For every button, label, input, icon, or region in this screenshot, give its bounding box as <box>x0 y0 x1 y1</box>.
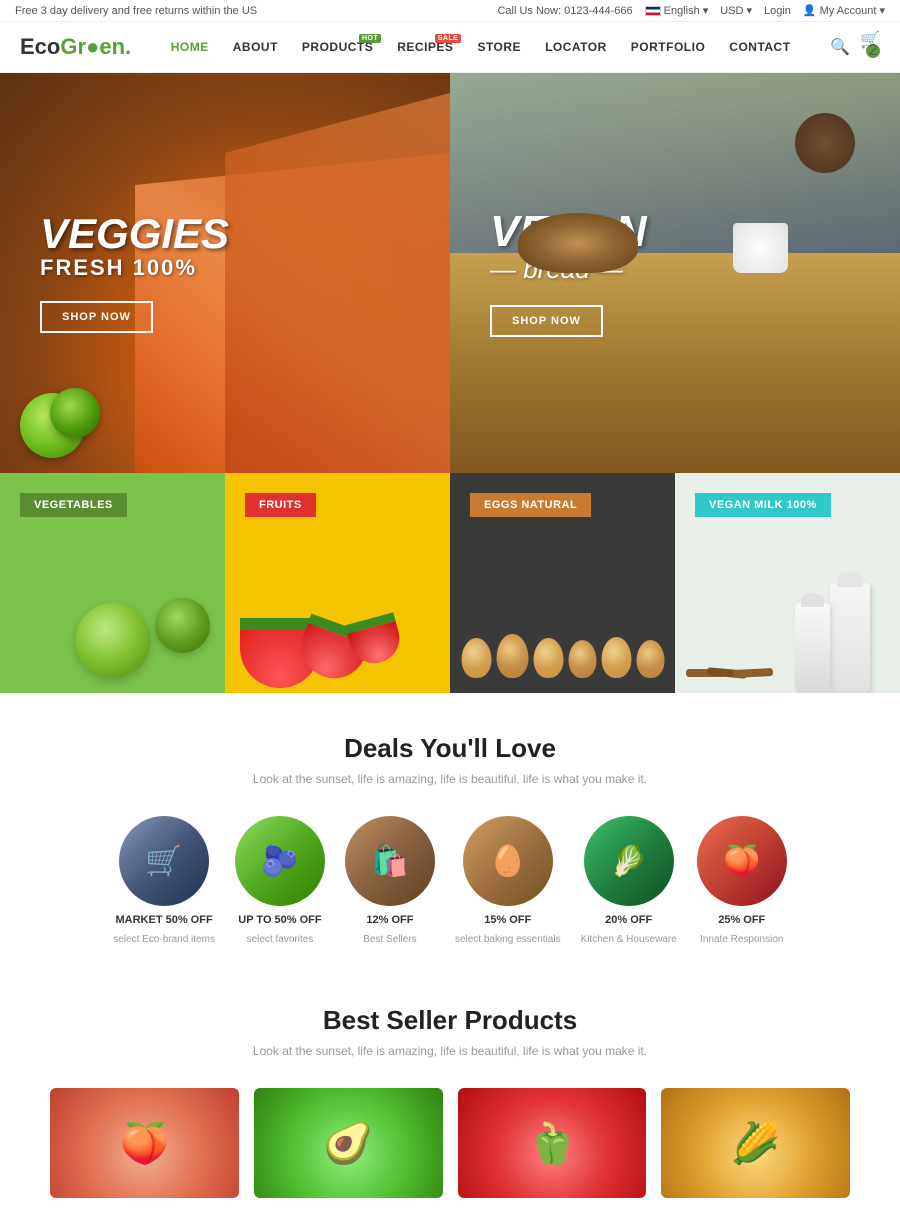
deal-label-4: 15% OFF <box>484 914 531 926</box>
product-thumb-2[interactable]: 🥑 <box>254 1088 443 1198</box>
hero-left-subtitle: FRESH 100% <box>40 255 410 281</box>
cat-label-fruits: FRUITS <box>245 493 316 517</box>
hero-right-cta[interactable]: SHOP NOW <box>490 305 603 337</box>
hero-left-cta[interactable]: SHOP NOW <box>40 301 153 333</box>
hero-left: VEGGIES FRESH 100% SHOP NOW <box>0 73 450 473</box>
bestseller-subtitle: Look at the sunset, life is amazing, lif… <box>20 1044 880 1058</box>
deal-label-3: 12% OFF <box>366 914 413 926</box>
category-eggs[interactable]: EGGS NATURAL <box>450 473 675 693</box>
deal-sublabel-2: select favorites <box>247 934 314 945</box>
deal-label-2: UP TO 50% OFF <box>238 914 321 926</box>
flag-icon <box>645 6 661 16</box>
nav-portfolio[interactable]: PORTFOLIO <box>619 32 718 62</box>
currency-selector[interactable]: USD ▾ <box>720 4 752 17</box>
cart-icon[interactable]: 🛒 2 <box>860 30 880 64</box>
cat-label-eggs: EGGS NATURAL <box>470 493 591 517</box>
deal-circle-6: 🍑 <box>697 816 787 906</box>
deal-circle-2: 🫐 <box>235 816 325 906</box>
deal-sublabel-4: select baking essentials <box>455 934 561 945</box>
top-bar: Free 3 day delivery and free returns wit… <box>0 0 900 22</box>
deals-grid: 🛒 MARKET 50% OFF select Eco-brand items … <box>20 816 880 945</box>
recipes-badge: SALE <box>435 34 462 43</box>
nav-recipes[interactable]: RECIPES SALE <box>385 32 465 62</box>
logo[interactable]: EcoGr●en. <box>20 34 131 60</box>
deal-item[interactable]: 🍑 25% OFF Innate Responsion <box>697 816 787 945</box>
deal-item[interactable]: 🫐 UP TO 50% OFF select favorites <box>235 816 325 945</box>
category-fruits[interactable]: FRUITS <box>225 473 450 693</box>
deal-circle-1: 🛒 <box>119 816 209 906</box>
deals-section: Deals You'll Love Look at the sunset, li… <box>0 693 900 975</box>
deal-sublabel-5: Kitchen & Houseware <box>581 934 677 945</box>
language-selector[interactable]: English ▾ <box>645 4 709 17</box>
main-nav: HOME ABOUT PRODUCTS HOT RECIPES SALE STO… <box>159 32 803 62</box>
deal-sublabel-1: select Eco-brand items <box>113 934 215 945</box>
deal-circle-5: 🥬 <box>584 816 674 906</box>
deal-sublabel-3: Best Sellers <box>363 934 416 945</box>
product-thumb-3[interactable]: 🫑 <box>458 1088 647 1198</box>
nav-contact[interactable]: CONTACT <box>717 32 802 62</box>
deal-label-1: MARKET 50% OFF <box>116 914 213 926</box>
hero-left-title: VEGGIES <box>40 213 410 255</box>
deal-item[interactable]: 🥬 20% OFF Kitchen & Houseware <box>581 816 677 945</box>
nav-products[interactable]: PRODUCTS HOT <box>290 32 385 62</box>
hero-right: VEGAN — bread — SHOP NOW <box>450 73 900 473</box>
deal-sublabel-6: Innate Responsion <box>700 934 783 945</box>
product-thumb-4[interactable]: 🌽 <box>661 1088 850 1198</box>
product-thumb-1[interactable]: 🍑 <box>50 1088 239 1198</box>
header-icons: 🔍 🛒 2 <box>830 30 880 64</box>
cat-label-vegetables: VEGETABLES <box>20 493 127 517</box>
nav-about[interactable]: ABOUT <box>221 32 290 62</box>
deal-circle-3: 🛍️ <box>345 816 435 906</box>
deal-item[interactable]: 🥚 15% OFF select baking essentials <box>455 816 561 945</box>
deal-item[interactable]: 🛒 MARKET 50% OFF select Eco-brand items <box>113 816 215 945</box>
top-bar-right: Call Us Now: 0123-444-666 English ▾ USD … <box>497 4 885 17</box>
deal-item[interactable]: 🛍️ 12% OFF Best Sellers <box>345 816 435 945</box>
nav-locator[interactable]: LOCATOR <box>533 32 619 62</box>
search-icon[interactable]: 🔍 <box>830 37 850 57</box>
my-account-link[interactable]: 👤 My Account ▾ <box>803 4 885 17</box>
deal-label-5: 20% OFF <box>605 914 652 926</box>
login-link[interactable]: Login <box>764 5 791 17</box>
category-vegetables[interactable]: VEGETABLES <box>0 473 225 693</box>
cat-label-vegan-milk: VEGAN MILK 100% <box>695 493 831 517</box>
bestseller-section: Best Seller Products Look at the sunset,… <box>0 975 900 1228</box>
deals-subtitle: Look at the sunset, life is amazing, lif… <box>20 772 880 786</box>
deal-circle-4: 🥚 <box>463 816 553 906</box>
category-grid: VEGETABLES FRUITS EGGS NATURAL VEGAN MIL… <box>0 473 900 693</box>
deal-label-6: 25% OFF <box>718 914 765 926</box>
nav-home[interactable]: HOME <box>159 32 221 62</box>
header: EcoGr●en. HOME ABOUT PRODUCTS HOT RECIPE… <box>0 22 900 73</box>
category-vegan-milk[interactable]: VEGAN MILK 100% <box>675 473 900 693</box>
hero-section: VEGGIES FRESH 100% SHOP NOW VEGAN — brea… <box>0 73 900 473</box>
deals-title: Deals You'll Love <box>20 733 880 764</box>
products-badge: HOT <box>359 34 381 43</box>
promo-text: Free 3 day delivery and free returns wit… <box>15 5 257 17</box>
hero-left-content: VEGGIES FRESH 100% SHOP NOW <box>40 213 410 333</box>
cart-count: 2 <box>866 44 880 58</box>
nav-store[interactable]: STORE <box>465 32 533 62</box>
bestseller-title: Best Seller Products <box>20 1005 880 1036</box>
phone-number: Call Us Now: 0123-444-666 <box>497 5 632 17</box>
